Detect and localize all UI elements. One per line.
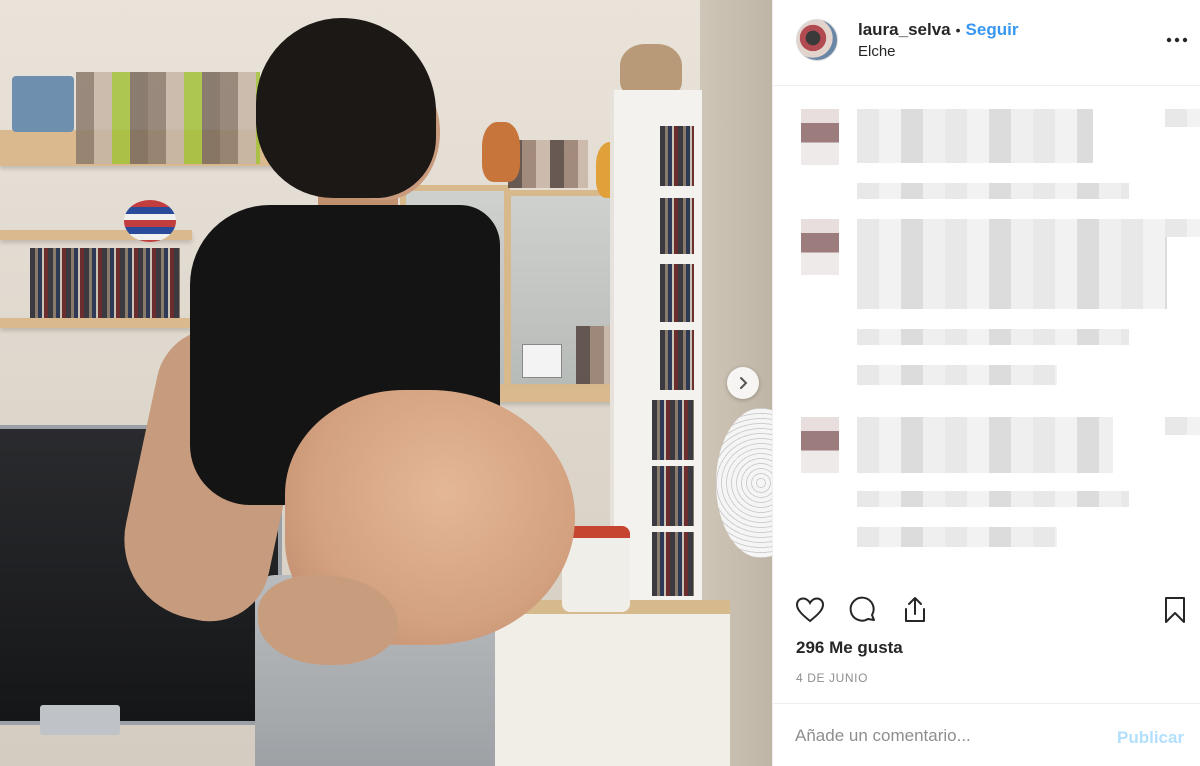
- comment-form: Publicar: [773, 703, 1200, 766]
- pixelated-comment: [857, 109, 1093, 163]
- striped-hat: [124, 200, 176, 242]
- dvd-row: [652, 532, 694, 596]
- decor-item: [12, 76, 74, 132]
- action-bar: [773, 588, 1200, 632]
- separator-dot: •: [955, 22, 961, 38]
- location-link[interactable]: Elche: [858, 43, 896, 60]
- post-date[interactable]: 4 DE JUNIO: [796, 671, 868, 685]
- post-sidebar: laura_selva • Seguir Elche 296 Me gusta …: [772, 0, 1200, 766]
- comment-input[interactable]: [795, 722, 1115, 750]
- dvd-row: [652, 466, 694, 526]
- dvd-row: [660, 126, 694, 186]
- publish-button[interactable]: Publicar: [1117, 728, 1184, 748]
- dvd-row: [660, 264, 694, 322]
- hair: [256, 18, 436, 198]
- pixelated-comment: [857, 219, 1167, 309]
- pixelated-comment-meta: [857, 365, 1057, 385]
- pixelated-comment-meta: [857, 491, 1129, 507]
- likes-count[interactable]: 296 Me gusta: [796, 638, 903, 658]
- toy-figure: [482, 122, 520, 182]
- post-photo[interactable]: [0, 0, 772, 766]
- share-icon[interactable]: [899, 594, 931, 626]
- avatar[interactable]: [796, 19, 838, 61]
- pixelated-comment-meta: [857, 527, 1057, 547]
- username-link[interactable]: laura_selva: [858, 20, 951, 40]
- cd-collection: [30, 248, 180, 318]
- pixelated-icon: [1165, 417, 1200, 435]
- bookmark-icon[interactable]: [1159, 594, 1191, 626]
- user-line: laura_selva • Seguir: [858, 20, 1018, 40]
- comment-icon[interactable]: [847, 594, 879, 626]
- pixelated-object: [508, 140, 588, 188]
- dvd-row: [660, 330, 694, 390]
- heart-icon[interactable]: [794, 594, 826, 626]
- pixelated-avatar: [801, 219, 839, 275]
- dvd-row: [660, 198, 694, 254]
- pixelated-comment-meta: [857, 329, 1129, 345]
- pixelated-icon: [1165, 109, 1200, 127]
- chevron-right-icon[interactable]: [727, 367, 759, 399]
- pixelated-avatar: [801, 109, 839, 165]
- tv-stand: [40, 705, 120, 735]
- follow-button[interactable]: Seguir: [966, 20, 1019, 40]
- framed-picture: [522, 344, 562, 378]
- comments-list: [773, 87, 1200, 587]
- pixelated-comment: [857, 417, 1113, 473]
- post-header: laura_selva • Seguir Elche: [773, 0, 1200, 86]
- cd-shelf-bottom: [0, 318, 192, 328]
- dvd-row: [652, 400, 694, 460]
- pixelated-object: [76, 72, 260, 164]
- pixelated-icon: [1165, 219, 1200, 237]
- more-options-icon[interactable]: [1165, 28, 1189, 52]
- low-cabinet: [470, 600, 730, 766]
- pixelated-comment-meta: [857, 183, 1129, 199]
- pixelated-avatar: [801, 417, 839, 473]
